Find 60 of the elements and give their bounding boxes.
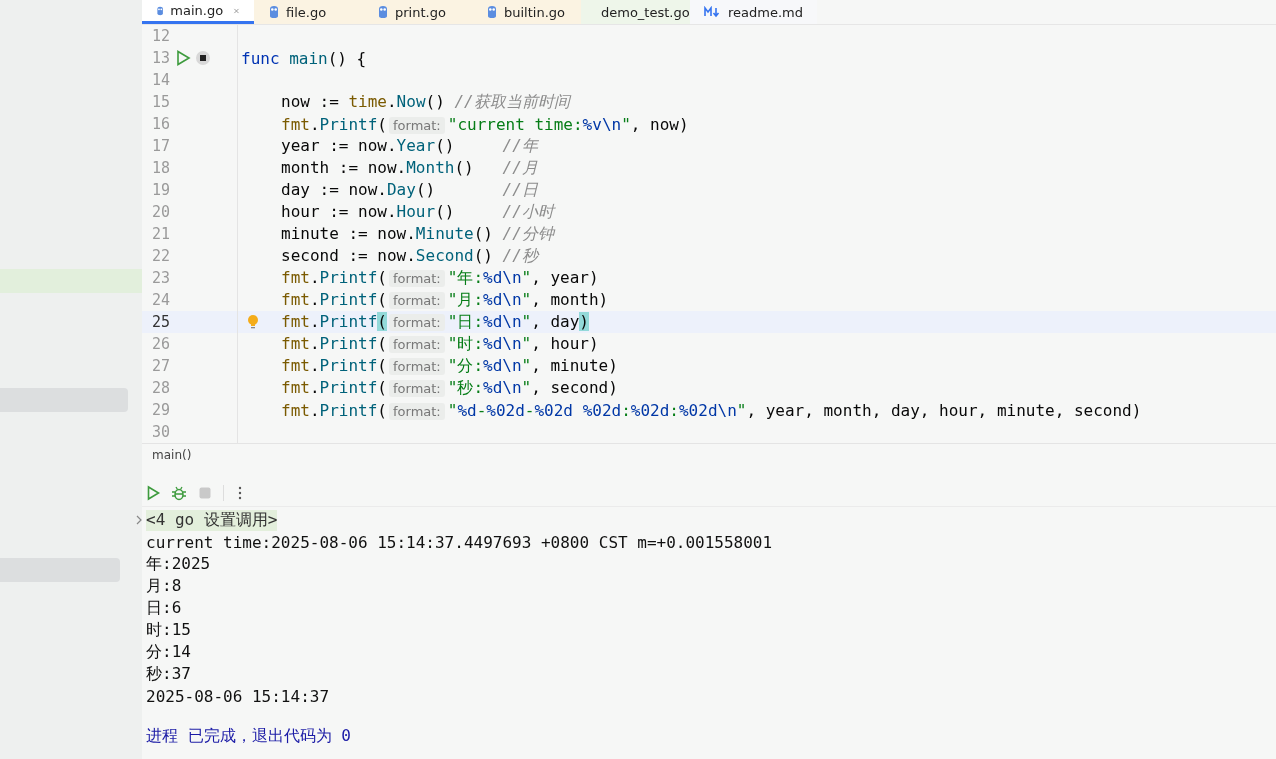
code-text: fmt.Printf( format: "current time:%v\n", now)	[280, 114, 689, 134]
line-number: 17	[150, 137, 170, 155]
line-number: 12	[150, 27, 170, 45]
code-text: func main() {	[241, 48, 367, 68]
line-number: 20	[150, 203, 170, 221]
line-number: 24	[150, 291, 170, 309]
code-text: fmt.Printf( format: "年:%d\n", year)	[280, 267, 599, 289]
run-icon[interactable]	[145, 485, 161, 501]
console-line: 时:15	[146, 619, 191, 641]
markdown-icon	[704, 6, 722, 18]
line-number: 16	[150, 115, 170, 133]
file-tab[interactable]: builtin.go	[472, 0, 581, 24]
console-line: 进程 已完成，退出代码为 0	[146, 725, 351, 747]
chevron-icon[interactable]	[135, 514, 143, 526]
code-text: day := now.Day() //日	[280, 179, 538, 201]
line-number: 25	[150, 313, 170, 331]
code-text: year := now.Year() //年	[280, 135, 538, 157]
code-text: fmt.Printf( format: "分:%d\n", minute)	[280, 355, 618, 377]
line-number: 21	[150, 225, 170, 243]
file-tab[interactable]: file.go	[254, 0, 363, 24]
code-text: second := now.Second() //秒	[280, 245, 538, 267]
code-text: minute := now.Minute() //分钟	[280, 223, 554, 245]
code-text: now := time.Now() //获取当前时间	[280, 91, 570, 113]
line-number: 19	[150, 181, 170, 199]
code-text: fmt.Printf( format: "秒:%d\n", second)	[280, 377, 618, 399]
console-line: 秒:37	[146, 663, 191, 685]
lightbulb-icon[interactable]	[247, 314, 259, 330]
file-tab[interactable]: main.go	[142, 0, 254, 24]
gopher-icon	[486, 5, 498, 19]
code-text: month := now.Month() //月	[280, 157, 538, 179]
console-line: current time:2025-08-06 15:14:37.4497693 +0800 CST m=+0.001558001	[146, 532, 773, 552]
console-line: 年:2025	[146, 553, 211, 575]
console-line: 月:8	[146, 575, 182, 597]
line-number: 27	[150, 357, 170, 375]
bug-icon[interactable]	[171, 485, 187, 501]
console-line: 日:6	[146, 597, 182, 619]
code-text: hour := now.Hour() //小时	[280, 201, 554, 223]
line-number: 26	[150, 335, 170, 353]
file-tab[interactable]: print.go	[363, 0, 472, 24]
line-number: 28	[150, 379, 170, 397]
line-number: 18	[150, 159, 170, 177]
line-number: 22	[150, 247, 170, 265]
code-text: fmt.Printf( format: "%d-%02d-%02d %02d:%02d:%02d\n", year, month, day, hour, minute, second)	[280, 400, 1142, 420]
file-tab[interactable]: demo_test.go	[581, 0, 690, 24]
stop-icon[interactable]	[195, 50, 211, 66]
line-number: 30	[150, 423, 170, 441]
gopher-icon	[377, 5, 389, 19]
line-number: 23	[150, 269, 170, 287]
line-number: 29	[150, 401, 170, 419]
gopher-icon	[268, 5, 280, 19]
line-number: 15	[150, 93, 170, 111]
line-number: 14	[150, 71, 170, 89]
line-number: 13	[150, 49, 170, 67]
console-line: 分:14	[146, 641, 191, 663]
code-text: fmt.Printf( format: "日:%d\n", day)	[280, 311, 589, 333]
breadcrumb[interactable]: main()	[152, 448, 192, 462]
file-tab[interactable]: readme.md	[690, 0, 817, 24]
console-line: 2025-08-06 15:14:37	[146, 686, 330, 706]
code-text: fmt.Printf( format: "月:%d\n", month)	[280, 289, 609, 311]
code-text: fmt.Printf( format: "时:%d\n", hour)	[280, 333, 599, 355]
